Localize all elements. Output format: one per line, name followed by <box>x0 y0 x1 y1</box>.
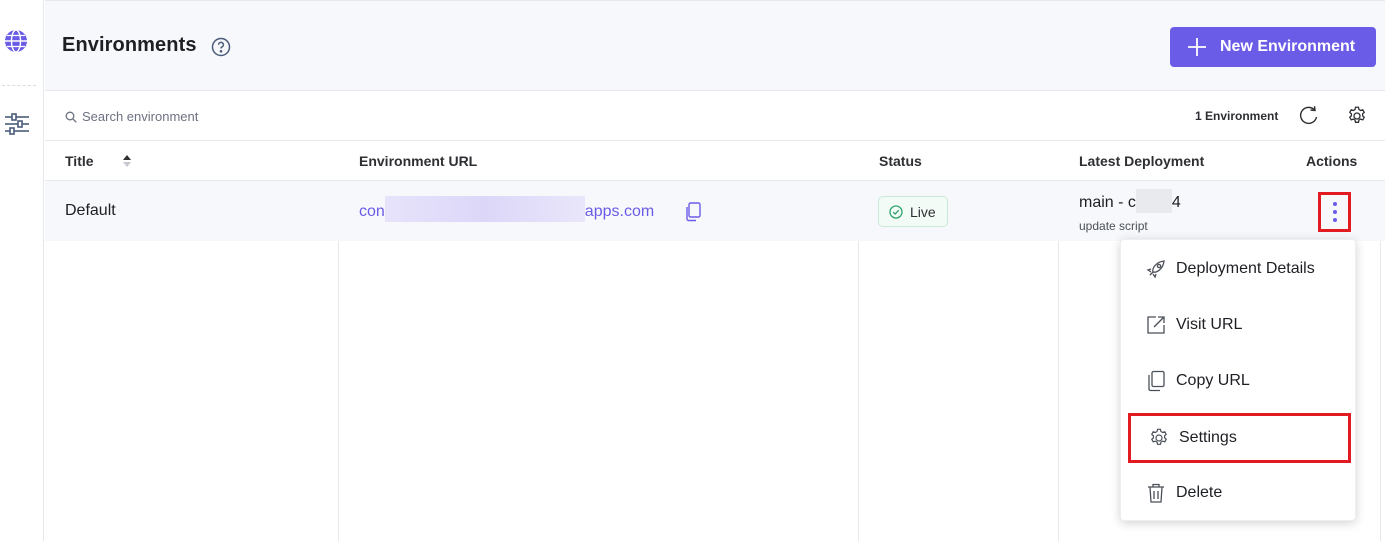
check-circle-icon <box>889 204 903 219</box>
kebab-dot <box>1332 218 1337 222</box>
deployment-message: update script <box>1079 219 1148 233</box>
deployment-branch: main - c <box>1079 194 1136 212</box>
refresh-icon[interactable] <box>1297 105 1319 127</box>
environment-title: Default <box>65 202 116 219</box>
page-title: Environments <box>62 34 197 56</box>
globe-icon[interactable] <box>4 29 28 53</box>
table-header-row: Title Environment URL Status Latest Depl… <box>45 141 1385 181</box>
kebab-dot <box>1332 210 1337 214</box>
copy-icon <box>1148 370 1165 392</box>
redacted-region <box>384 196 585 222</box>
table-toolbar: 1 Environment <box>45 92 1385 141</box>
kebab-dot <box>1332 202 1337 206</box>
copy-icon[interactable] <box>684 202 702 222</box>
menu-item-label: Settings <box>1179 429 1237 446</box>
environment-count: 1 Environment <box>1195 109 1279 123</box>
row-actions-menu: Deployment Details Visit URL Copy URL Se… <box>1120 239 1356 521</box>
url-prefix: con <box>359 203 385 221</box>
column-header-deployment: Latest Deployment <box>1079 153 1205 169</box>
column-header-title[interactable]: Title <box>65 153 94 169</box>
table-row[interactable]: Default con apps.com Live main - c 4 updat… <box>45 181 1385 241</box>
status-label: Live <box>910 203 936 220</box>
environment-url-link[interactable]: con apps.com <box>359 196 655 222</box>
menu-item-label: Delete <box>1176 484 1223 501</box>
rocket-icon <box>1146 260 1165 279</box>
menu-item-label: Copy URL <box>1176 372 1250 389</box>
rail-divider <box>2 85 36 86</box>
sliders-icon[interactable] <box>4 111 30 137</box>
search-input[interactable] <box>82 105 382 127</box>
deployment-ref: main - c 4 <box>1079 189 1181 213</box>
menu-item-visit-url[interactable]: Visit URL <box>1121 300 1357 350</box>
menu-item-copy-url[interactable]: Copy URL <box>1121 356 1357 406</box>
new-environment-label: New Environment <box>1220 38 1356 55</box>
menu-item-settings[interactable]: Settings <box>1128 413 1351 463</box>
external-link-icon <box>1147 316 1165 334</box>
column-header-url: Environment URL <box>359 153 478 169</box>
url-suffix: apps.com <box>584 203 655 221</box>
menu-item-deployment-details[interactable]: Deployment Details <box>1121 244 1357 294</box>
redacted-region <box>1135 189 1172 213</box>
plus-icon <box>1188 38 1206 56</box>
column-header-status: Status <box>879 153 922 169</box>
deployment-hash-tail: 4 <box>1171 194 1181 212</box>
page-header: Environments New Environment <box>45 0 1385 91</box>
menu-item-delete[interactable]: Delete <box>1121 468 1357 518</box>
sort-icon[interactable] <box>122 154 132 168</box>
trash-icon <box>1148 483 1164 503</box>
status-badge: Live <box>878 196 948 227</box>
gear-icon[interactable] <box>1346 105 1368 127</box>
column-header-actions: Actions <box>1306 153 1358 169</box>
help-icon[interactable] <box>211 37 231 57</box>
new-environment-button[interactable]: New Environment <box>1170 27 1376 67</box>
row-actions-button[interactable] <box>1318 192 1351 232</box>
menu-item-label: Deployment Details <box>1176 260 1315 277</box>
gear-icon <box>1151 428 1167 445</box>
menu-item-label: Visit URL <box>1176 316 1243 333</box>
search-icon <box>65 111 77 123</box>
left-rail <box>0 0 44 541</box>
